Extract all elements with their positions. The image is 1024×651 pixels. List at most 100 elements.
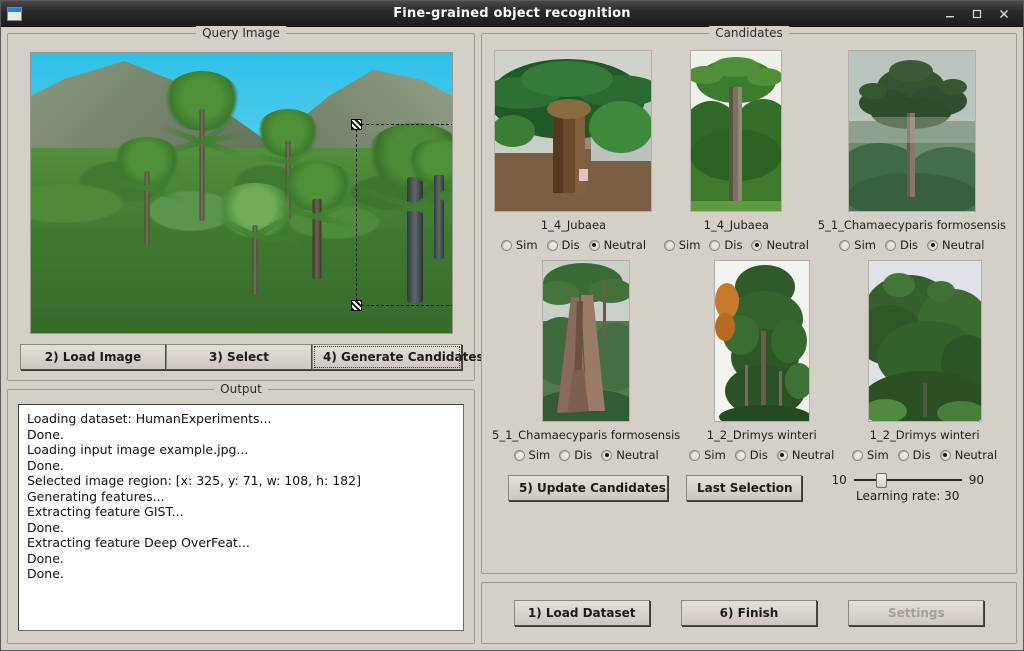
query-image-scene <box>30 53 452 333</box>
candidates-controls: 5) Update Candidates Last Selection 10 9… <box>492 472 1006 503</box>
candidate-label: 1_2_Drimys winteri <box>706 428 817 442</box>
candidate-thumbnail[interactable] <box>494 50 653 212</box>
output-line: Selected image region: [x: 325, y: 71, w… <box>27 473 361 488</box>
slider-line: 10 90 <box>831 472 984 488</box>
rating-sim-radio[interactable]: Sim <box>839 238 876 252</box>
output-line: Extracting feature Deep OverFeat... <box>27 535 250 550</box>
rating-dis-radio[interactable]: Dis <box>897 448 931 462</box>
palm-tree <box>109 137 185 245</box>
candidates-row: 1_4_Jubaea Sim Dis Neutral 1_4_Jubaea Si… <box>492 50 1006 252</box>
candidate-label: 1_2_Drimys winteri <box>869 428 980 442</box>
candidates-panel: Candidates 1_4_Jubaea Sim Dis Neutral 1_… <box>481 26 1017 574</box>
output-line: Generating features... <box>27 488 165 504</box>
query-button-row: 2) Load Image 3) Select 4) Generate Cand… <box>18 344 484 370</box>
rating-neutral-radio[interactable]: Neutral <box>588 238 646 252</box>
candidate-item: 1_2_Drimys winteri Sim Dis Neutral <box>680 260 843 462</box>
candidates-row: 5_1_Chamaecyparis formosensis Sim Dis Ne… <box>492 260 1006 462</box>
rating-sim-radio[interactable]: Sim <box>513 448 550 462</box>
client-area: Query Image 2) Load Image 3) Select 4) G… <box>1 26 1023 650</box>
candidate-rating-group: Sim Dis Neutral <box>663 238 809 252</box>
palm-tree <box>403 139 452 259</box>
candidates-panel-title: Candidates <box>709 26 789 40</box>
dense-green-canopy-image <box>868 261 981 421</box>
load-image-button[interactable]: 2) Load Image <box>20 344 166 370</box>
rating-dis-radio[interactable]: Dis <box>546 238 580 252</box>
update-candidates-button[interactable]: 5) Update Candidates <box>508 474 668 501</box>
candidate-thumbnail[interactable] <box>847 50 976 212</box>
learning-rate-caption: Learning rate: 30 <box>856 489 960 503</box>
rating-dis-radio[interactable]: Dis <box>709 238 742 252</box>
candidate-rating-group: Sim Dis Neutral <box>851 448 997 462</box>
rating-sim-radio[interactable]: Sim <box>663 238 700 252</box>
rating-neutral-radio[interactable]: Neutral <box>601 448 659 462</box>
tall-slender-palm-image <box>691 51 782 211</box>
last-selection-button[interactable]: Last Selection <box>686 474 802 501</box>
output-log[interactable]: Loading dataset: HumanExperiments... Don… <box>18 404 464 631</box>
window-title: Fine-grained object recognition <box>393 6 631 21</box>
query-image-panel: Query Image 2) Load Image 3) Select 4) G… <box>7 26 484 381</box>
rating-dis-radio[interactable]: Dis <box>734 448 768 462</box>
candidate-label: 1_4_Jubaea <box>703 218 769 232</box>
window-controls <box>944 8 1017 20</box>
generate-candidates-button[interactable]: 4) Generate Candidates <box>312 344 484 370</box>
candidate-rating-group: Sim Dis Neutral <box>689 448 834 462</box>
title-bar: Fine-grained object recognition <box>1 1 1023 27</box>
close-icon[interactable] <box>998 8 1012 20</box>
candidate-thumbnail[interactable] <box>867 260 982 422</box>
candidate-item: 5_1_Chamaecyparis formosensis Sim Dis Ne… <box>818 50 1006 252</box>
palm-trunk-nursery-image <box>495 51 652 211</box>
rating-neutral-radio[interactable]: Neutral <box>927 238 984 252</box>
candidate-rating-group: Sim Dis Neutral <box>839 238 984 252</box>
candidate-rating-group: Sim Dis Neutral <box>500 238 646 252</box>
output-line: Loading dataset: HumanExperiments... <box>27 411 272 426</box>
radio-dot-icon <box>734 449 746 461</box>
radio-dot-icon <box>513 449 525 461</box>
rating-sim-radio[interactable]: Sim <box>689 448 726 462</box>
output-line: Loading input image example.jpg... <box>27 442 249 457</box>
radio-dot-icon <box>500 239 512 251</box>
misty-conifer-image <box>848 51 975 211</box>
slider-max-label: 90 <box>968 473 984 487</box>
candidate-item: 5_1_Chamaecyparis formosensis Sim Dis Ne… <box>492 260 680 462</box>
learning-rate-slider[interactable] <box>853 472 962 488</box>
candidate-label: 5_1_Chamaecyparis formosensis <box>492 428 681 442</box>
maximize-icon[interactable] <box>971 8 985 20</box>
rating-dis-radio[interactable]: Dis <box>884 238 918 252</box>
candidate-thumbnail[interactable] <box>713 260 810 422</box>
slider-min-label: 10 <box>831 473 847 487</box>
radio-dot-icon <box>927 239 939 251</box>
candidate-item: 1_4_Jubaea Sim Dis Neutral <box>492 50 655 252</box>
select-button[interactable]: 3) Select <box>166 344 312 370</box>
radio-dot-icon <box>663 239 675 251</box>
rating-sim-radio[interactable]: Sim <box>851 448 889 462</box>
load-dataset-button[interactable]: 1) Load Dataset <box>513 600 650 626</box>
candidates-grid: 1_4_Jubaea Sim Dis Neutral 1_4_Jubaea Si… <box>492 50 1006 462</box>
settings-button[interactable]: Settings <box>848 600 985 626</box>
radio-dot-icon <box>851 449 863 461</box>
rating-dis-radio[interactable]: Dis <box>559 448 592 462</box>
radio-dot-icon <box>559 449 571 461</box>
query-image-panel-title: Query Image <box>196 26 286 40</box>
candidate-thumbnail[interactable] <box>690 50 783 212</box>
finish-button[interactable]: 6) Finish <box>680 600 817 626</box>
application-window: Fine-grained object recognition Query Im… <box>0 0 1024 651</box>
rating-neutral-radio[interactable]: Neutral <box>751 238 809 252</box>
minimize-icon[interactable] <box>944 8 958 20</box>
radio-dot-icon <box>709 239 721 251</box>
radio-dot-icon <box>776 449 788 461</box>
learning-rate-slider-group: 10 90 Learning rate: 30 <box>831 472 984 503</box>
rating-neutral-radio[interactable]: Neutral <box>939 448 997 462</box>
rating-sim-radio[interactable]: Sim <box>500 238 538 252</box>
output-line: Done. <box>27 426 64 442</box>
slider-knob[interactable] <box>875 473 887 488</box>
output-line: Done. <box>27 550 64 566</box>
window-icon <box>7 6 22 21</box>
radio-dot-icon <box>588 239 600 251</box>
candidate-thumbnail[interactable] <box>542 260 631 422</box>
query-image[interactable] <box>29 52 453 334</box>
radio-dot-icon <box>546 239 558 251</box>
output-panel: Output Loading dataset: HumanExperiments… <box>7 382 475 644</box>
rating-neutral-radio[interactable]: Neutral <box>776 448 834 462</box>
candidate-item: 1_4_Jubaea Sim Dis Neutral <box>655 50 818 252</box>
radio-dot-icon <box>939 449 951 461</box>
